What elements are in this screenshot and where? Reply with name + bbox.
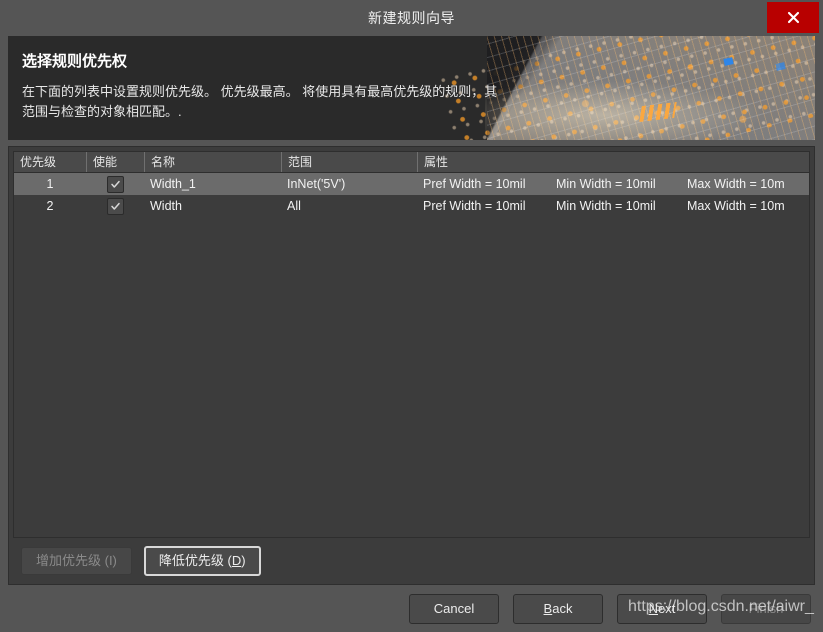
rules-panel: 优先级 使能 名称 范围 属性 1 Width_1 InNet('5V') Pr… <box>8 146 815 585</box>
cell-scope: All <box>287 199 301 213</box>
next-button[interactable]: Next <box>617 593 707 624</box>
column-header-priority[interactable]: 优先级 <box>14 152 86 172</box>
cell-priority: 2 <box>46 199 54 213</box>
cell-name: Width <box>150 199 182 213</box>
next-label: ext <box>658 600 676 616</box>
table-row[interactable]: 2 Width All Pref Width = 10mil Min Width… <box>14 195 809 217</box>
next-accesskey: N <box>648 600 659 616</box>
enabled-checkbox[interactable] <box>106 197 124 215</box>
decrease-priority-accesskey: D <box>231 553 242 568</box>
close-button[interactable] <box>767 2 819 33</box>
attr-min-width: Min Width = 10mil <box>556 177 656 191</box>
grid-header-row: 优先级 使能 名称 范围 属性 <box>14 152 809 173</box>
cell-enabled <box>86 197 144 215</box>
decrease-priority-label-post: ) <box>241 553 246 568</box>
cell-name: Width_1 <box>150 177 196 191</box>
attr-max-width: Max Width = 10m <box>687 199 785 213</box>
check-icon <box>110 180 120 188</box>
cell-attributes: Pref Width = 10mil Min Width = 10mil Max… <box>417 195 809 217</box>
back-button[interactable]: Back <box>513 593 603 624</box>
cell-attributes: Pref Width = 10mil Min Width = 10mil Max… <box>417 173 809 195</box>
page-title: 选择规则优先权 <box>22 53 128 70</box>
column-header-attributes[interactable]: 属性 <box>417 152 809 172</box>
close-icon <box>787 11 799 24</box>
table-row[interactable]: 1 Width_1 InNet('5V') Pref Width = 10mil… <box>14 173 809 195</box>
cell-enabled <box>86 175 144 193</box>
check-icon <box>110 202 120 210</box>
banner-text-block: 选择规则优先权 在下面的列表中设置规则优先级。 优先级最高。 将使用具有最高优先… <box>8 36 815 122</box>
attr-pref-width: Pref Width = 10mil <box>423 199 526 213</box>
page-description: 在下面的列表中设置规则优先级。 优先级最高。 将使用具有最高优先级的规则，其范围… <box>22 84 498 119</box>
back-label: ack <box>552 600 573 616</box>
cell-priority: 1 <box>46 177 54 191</box>
rules-grid: 优先级 使能 名称 范围 属性 1 Width_1 InNet('5V') Pr… <box>13 151 810 538</box>
grid-body: 1 Width_1 InNet('5V') Pref Width = 10mil… <box>14 173 809 537</box>
priority-button-bar: 增加优先级 (I) 降低优先级 (D) <box>9 538 814 584</box>
cell-scope: InNet('5V') <box>287 177 346 191</box>
decrease-priority-button[interactable]: 降低优先级 (D) <box>143 546 261 576</box>
wizard-banner: 选择规则优先权 在下面的列表中设置规则优先级。 优先级最高。 将使用具有最高优先… <box>8 36 815 140</box>
increase-priority-button[interactable]: 增加优先级 (I) <box>21 547 132 575</box>
window-title: 新建规则向导 <box>368 10 455 26</box>
column-header-scope[interactable]: 范围 <box>281 152 417 172</box>
wizard-footer: Cancel Back Next Finish <box>0 585 823 632</box>
cancel-button[interactable]: Cancel <box>409 593 499 624</box>
attr-min-width: Min Width = 10mil <box>556 199 656 213</box>
enabled-checkbox[interactable] <box>106 175 124 193</box>
new-rule-wizard-dialog: 新建规则向导 选择规则优先权 在下面的列表中设置规则优先级。 优先级最高。 将使… <box>0 0 823 632</box>
title-bar: 新建规则向导 <box>0 0 823 36</box>
attr-max-width: Max Width = 10m <box>687 177 785 191</box>
column-header-name[interactable]: 名称 <box>144 152 281 172</box>
back-accesskey: B <box>543 600 553 616</box>
column-header-enabled[interactable]: 使能 <box>86 152 144 172</box>
attr-pref-width: Pref Width = 10mil <box>423 177 526 191</box>
finish-button[interactable]: Finish <box>721 593 811 624</box>
decrease-priority-label-pre: 降低优先级 ( <box>158 553 232 568</box>
